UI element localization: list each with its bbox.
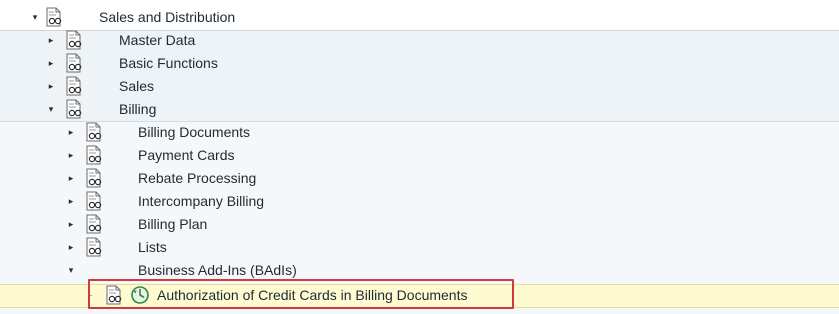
tree-node-label: Sales and Distribution — [99, 9, 236, 25]
annotation-highlight-box — [88, 279, 514, 309]
expand-arrow-icon[interactable]: ▸ — [66, 126, 76, 138]
tree-node-payment-cards[interactable]: ▸ Payment Cards — [0, 144, 839, 167]
expand-arrow-icon[interactable]: ▸ — [46, 80, 56, 92]
tree-node-label: Master Data — [119, 32, 196, 48]
img-glasses-doc-icon — [84, 214, 104, 234]
tree-node-label: Rebate Processing — [138, 170, 257, 186]
tree-node-label: Billing Plan — [138, 216, 208, 232]
expand-arrow-icon[interactable]: ▸ — [46, 34, 56, 46]
tree-node-billing-plan[interactable]: ▸ Billing Plan — [0, 213, 839, 236]
collapse-arrow-icon[interactable]: ▾ — [46, 103, 56, 115]
tree-node-label: Billing — [119, 101, 157, 117]
img-glasses-doc-icon — [84, 237, 104, 257]
img-glasses-doc-icon — [64, 30, 84, 50]
tree-node-rebate-processing[interactable]: ▸ Rebate Processing — [0, 167, 839, 190]
tree-node-lists[interactable]: ▸ Lists — [0, 236, 839, 259]
tree-node-label: Billing Documents — [138, 124, 251, 140]
img-glasses-doc-icon — [64, 76, 84, 96]
expand-arrow-icon[interactable]: ▸ — [66, 195, 76, 207]
tree-node-label: Business Add-Ins (BAdIs) — [138, 262, 297, 278]
img-glasses-doc-icon — [44, 7, 64, 27]
tree-node-master-data[interactable]: ▸ Master Data — [0, 29, 839, 52]
img-glasses-doc-icon — [64, 99, 84, 119]
tree-node-billing[interactable]: ▾ Billing — [0, 98, 839, 121]
img-glasses-doc-icon — [84, 122, 104, 142]
img-glasses-doc-icon — [84, 191, 104, 211]
expand-arrow-icon[interactable]: ▸ — [66, 241, 76, 253]
tree-node-sales[interactable]: ▸ Sales — [0, 75, 839, 98]
tree-node-label: Basic Functions — [119, 55, 218, 71]
tree-node-sales-and-distribution[interactable]: ▾ Sales and Distribution — [0, 6, 839, 29]
expand-arrow-icon[interactable]: ▸ — [46, 57, 56, 69]
tree-node-intercompany-billing[interactable]: ▸ Intercompany Billing — [0, 190, 839, 213]
tree-node-billing-documents[interactable]: ▸ Billing Documents — [0, 121, 839, 144]
img-glasses-doc-icon — [64, 53, 84, 73]
collapse-arrow-icon[interactable]: ▾ — [30, 11, 40, 23]
tree-node-label: Intercompany Billing — [138, 193, 265, 209]
tree-node-label: Payment Cards — [138, 147, 235, 163]
tree-node-label: Lists — [138, 239, 167, 255]
img-glasses-doc-icon — [84, 145, 104, 165]
img-glasses-doc-icon — [84, 168, 104, 188]
expand-arrow-icon[interactable]: ▸ — [66, 149, 76, 161]
tree-node-basic-functions[interactable]: ▸ Basic Functions — [0, 52, 839, 75]
expand-arrow-icon[interactable]: ▸ — [66, 218, 76, 230]
tree-node-label: Sales — [119, 78, 155, 94]
expand-arrow-icon[interactable]: ▸ — [66, 172, 76, 184]
collapse-arrow-icon[interactable]: ▾ — [66, 264, 76, 276]
